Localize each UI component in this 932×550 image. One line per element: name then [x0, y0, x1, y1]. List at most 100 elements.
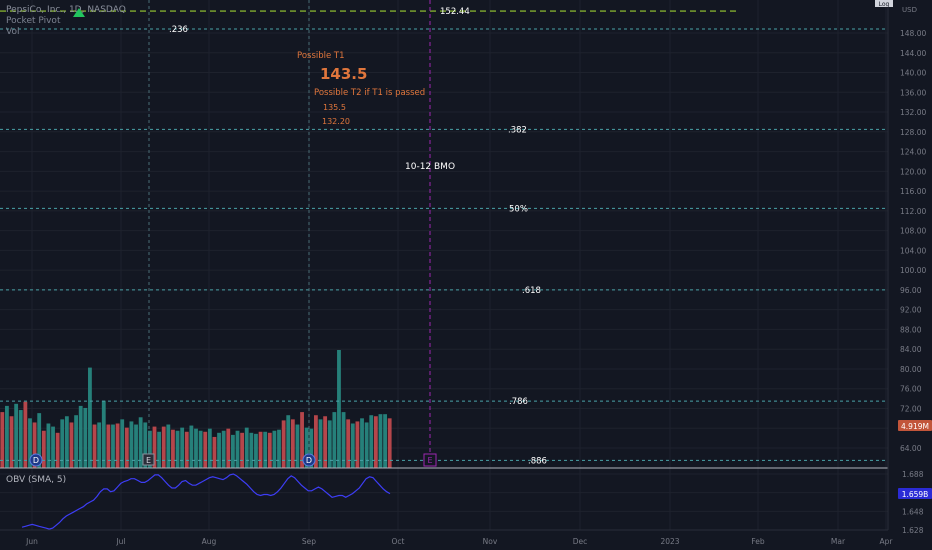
bmo-label: 10-12 BMO	[405, 162, 455, 172]
price-tick-label: 92.00	[900, 306, 922, 315]
earnings-marker-1[interactable]: E	[142, 453, 155, 466]
obv-tick-label: 1.628	[902, 526, 924, 535]
log-toggle[interactable]: Log	[875, 0, 893, 8]
price-tick-label: 128.00	[900, 128, 926, 137]
price-tick-label: 140.00	[900, 69, 926, 78]
volume-bar	[364, 422, 369, 468]
price-tick-label: 120.00	[900, 167, 926, 176]
price-tick-label: 144.00	[900, 49, 926, 58]
price-tick-label: 104.00	[900, 246, 926, 255]
price-tick-label: 132.00	[900, 108, 926, 117]
price-tick-label: 72.00	[900, 404, 922, 413]
volume-bar	[111, 424, 115, 468]
volume-bar	[0, 412, 5, 468]
volume-bar	[92, 424, 97, 468]
price-tick-label: 124.00	[900, 148, 926, 157]
volume-bar	[124, 427, 129, 468]
volume-bar	[5, 405, 9, 468]
time-tick-label: Sep	[302, 537, 316, 546]
volume-bar	[350, 423, 355, 468]
volume-bar	[106, 424, 111, 468]
volume-value-badge: 4.919M	[898, 420, 932, 431]
svg-text:Log: Log	[879, 1, 890, 8]
volume-bar	[161, 426, 166, 468]
symbol-legend[interactable]: PepsiCo, Inc., 1D, NASDAQ	[6, 5, 126, 15]
price-tick-label: 112.00	[900, 207, 926, 216]
volume-bar	[212, 436, 217, 468]
volume-bar	[295, 424, 300, 468]
price-tick-label: 100.00	[900, 266, 926, 275]
volume-bar	[78, 405, 83, 468]
volume-bar	[69, 422, 74, 468]
volume-bar	[101, 400, 106, 468]
t1-label: Possible T1	[297, 51, 345, 61]
time-tick-label: Dec	[573, 537, 588, 546]
fib-level-label: .786	[509, 397, 528, 407]
volume-bar	[240, 432, 245, 468]
volume-bar	[88, 367, 92, 468]
obv-legend[interactable]: OBV (SMA, 5)	[6, 475, 66, 485]
volume-bar	[267, 432, 272, 468]
fib-level-label: .236	[169, 25, 188, 35]
time-tick-label: Apr	[880, 537, 894, 546]
volume-bar	[272, 430, 277, 468]
price-tick-label: 84.00	[900, 345, 922, 354]
price-tick-label: 64.00	[900, 444, 922, 453]
time-tick-label: Jun	[25, 537, 38, 546]
time-tick-label: Oct	[392, 537, 405, 546]
obv-tick-label: 1.688	[902, 470, 924, 479]
t2-value-a: 135.5	[323, 103, 346, 112]
volume-bar	[337, 350, 341, 468]
price-tick-label: 108.00	[900, 227, 926, 236]
fib-level-label: .886	[528, 456, 547, 466]
fib-level-label: .618	[522, 286, 541, 296]
volume-bar	[332, 412, 337, 468]
svg-text:D: D	[306, 456, 312, 465]
volume-bar	[83, 407, 88, 468]
indicator-legend-pocket-pivot[interactable]: Pocket Pivot	[6, 16, 61, 26]
price-tick-label: 148.00	[900, 29, 926, 38]
volume-bar	[51, 426, 55, 468]
svg-text:D: D	[33, 456, 39, 465]
volume-bar	[129, 421, 134, 468]
volume-bar	[327, 420, 332, 468]
time-tick-label: 2023	[660, 537, 679, 546]
price-tick-label: 80.00	[900, 365, 922, 374]
time-tick-label: Nov	[483, 537, 498, 546]
svg-text:E: E	[146, 456, 151, 465]
price-tick-label: 136.00	[900, 88, 926, 97]
volume-bar	[341, 412, 346, 468]
fib-level-label: 50%	[509, 204, 528, 214]
volume-bar	[226, 428, 231, 468]
dividend-marker-1[interactable]: D	[29, 453, 43, 467]
svg-text:1.659B: 1.659B	[902, 490, 929, 499]
volume-bar	[97, 422, 102, 468]
fib-level-label: 152.44	[440, 7, 470, 17]
volume-bar	[277, 429, 281, 468]
dividend-marker-2[interactable]: D	[302, 453, 316, 467]
fib-level-label: .382	[508, 125, 527, 135]
volume-bar	[23, 401, 28, 468]
volume-bar	[198, 430, 203, 468]
volume-bar	[55, 432, 60, 468]
volume-bar	[134, 424, 138, 468]
volume-bar	[171, 429, 175, 468]
volume-bar	[281, 420, 286, 468]
volume-bar	[194, 428, 198, 468]
price-tick-label: 76.00	[900, 385, 922, 394]
volume-bar	[203, 431, 208, 468]
indicator-legend-vol[interactable]: Vol	[6, 27, 19, 37]
currency-label: USD	[902, 6, 917, 14]
volume-bar	[189, 425, 194, 468]
volume-bar	[157, 431, 162, 468]
time-tick-label: Jul	[115, 537, 125, 546]
volume-bar	[263, 431, 268, 468]
volume-bar	[254, 433, 258, 468]
earnings-marker-future[interactable]: E	[423, 453, 437, 467]
volume-bar	[184, 431, 189, 468]
price-tick-label: 116.00	[900, 187, 926, 196]
chart-canvas[interactable]: 152.44 .236 .382 50% .618 .786 .886 148.00 144.…	[0, 0, 932, 550]
volume-bar	[221, 430, 226, 468]
price-tick-label: 96.00	[900, 286, 922, 295]
volume-bar	[115, 423, 120, 468]
